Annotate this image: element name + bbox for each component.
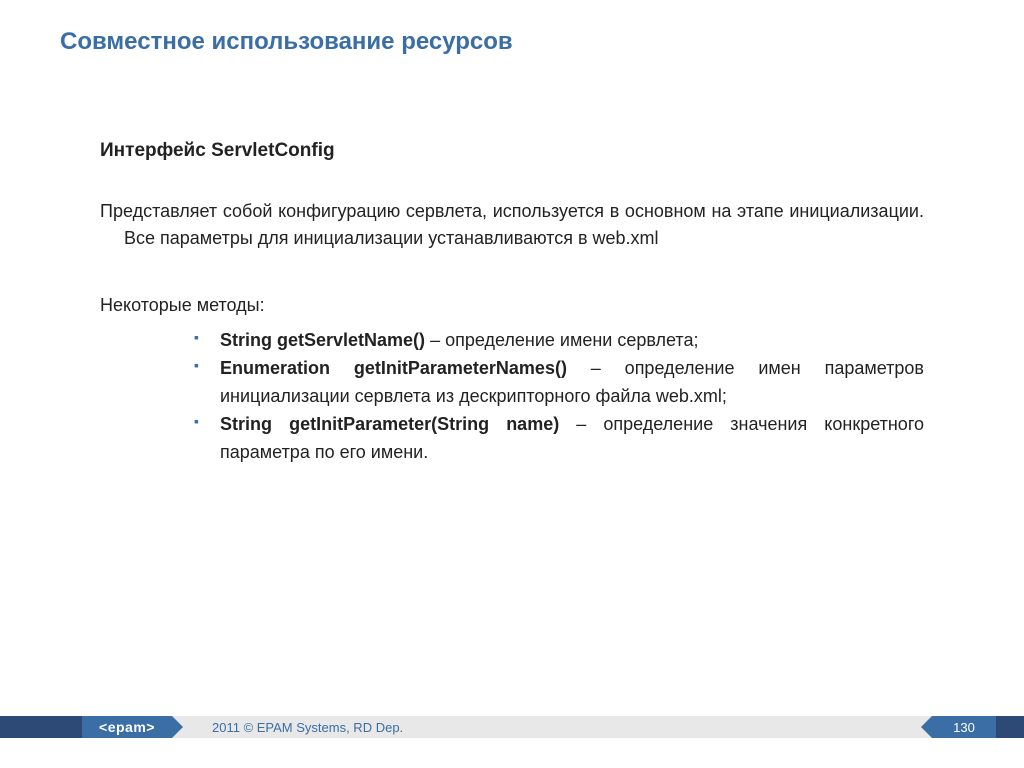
method-list: String getServletName() – определение им…: [100, 327, 924, 466]
page-number: 130: [932, 716, 996, 738]
method-signature: String getServletName(): [220, 330, 425, 350]
methods-intro: Некоторые методы:: [100, 292, 924, 319]
slide-content: Интерфейс ServletConfig Представляет соб…: [100, 140, 924, 466]
epam-logo: <epam>: [82, 716, 172, 738]
footer-accent-right: [996, 716, 1024, 738]
content-subtitle: Интерфейс ServletConfig: [100, 140, 924, 162]
method-signature: String getInitParameter(String name): [220, 414, 559, 434]
footer-bar: <epam> 2011 © EPAM Systems, RD Dep. 130: [0, 716, 1024, 738]
method-description: – определение имени сервлета;: [425, 330, 698, 350]
list-item: String getInitParameter(String name) – о…: [200, 411, 924, 467]
list-item: String getServletName() – определение им…: [200, 327, 924, 355]
method-signature: Enumeration getInitParameterNames(): [220, 358, 567, 378]
slide-title: Совместное использование ресурсов: [60, 28, 513, 56]
slide: Совместное использование ресурсов Интерф…: [0, 0, 1024, 768]
content-paragraph: Представляет собой конфигурацию сервлета…: [100, 198, 924, 252]
list-item: Enumeration getInitParameterNames() – оп…: [200, 355, 924, 411]
footer-accent-left: [0, 716, 82, 738]
footer-copyright: 2011 © EPAM Systems, RD Dep.: [172, 716, 932, 738]
